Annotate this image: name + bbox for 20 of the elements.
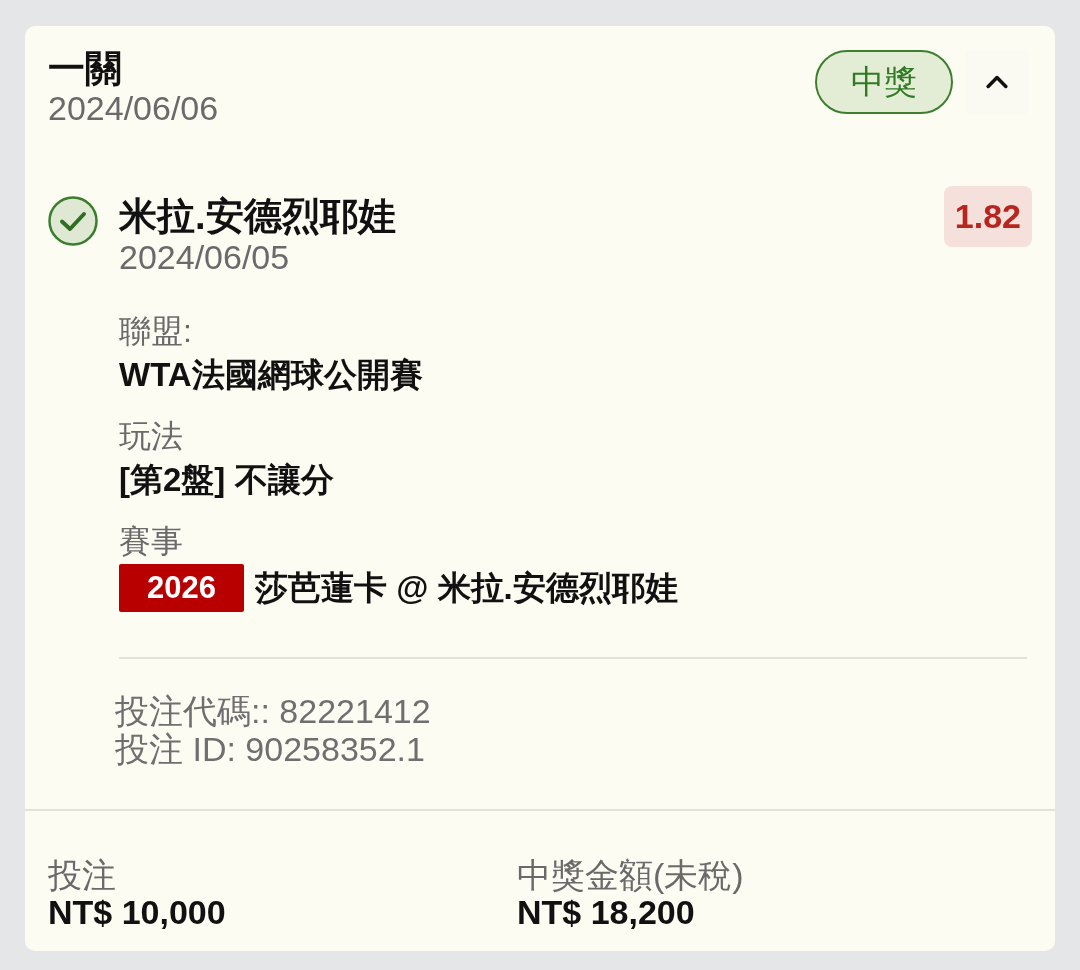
bet-code-text: 投注 ID: 90258352.1 [115,730,426,768]
event-code-tag: 2026 [119,564,244,612]
detail-label: 賽事 [119,522,184,561]
bet-type-title: 一關 [48,48,123,89]
summary-amount: NT$ 18,200 [517,894,695,930]
detail-value: [第2盤] 不讓分 [119,460,335,500]
event-matchup: 莎芭蓮卡 @ 米拉.安德烈耶娃 [255,568,678,608]
summary-amount: NT$ 10,000 [48,894,227,930]
bet-date: 2024/06/06 [48,89,219,127]
summary-label: 中獎金額(未稅) [517,856,745,894]
bet-code-text: 投注代碼:: 82221412 [115,692,432,730]
detail-label: 玩法 [119,417,184,456]
selection-name: 米拉.安德烈耶娃 [119,194,397,238]
detail-value: WTA法國網球公開賽 [119,355,424,395]
summary-label: 投注 [48,856,117,894]
selection-date: 2024/06/05 [119,238,291,276]
status-badge: 中獎 [815,50,953,114]
detail-label: 聯盟: [119,312,193,351]
chevron-up-icon [986,75,1008,89]
odds-badge: 1.82 [943,186,1032,247]
